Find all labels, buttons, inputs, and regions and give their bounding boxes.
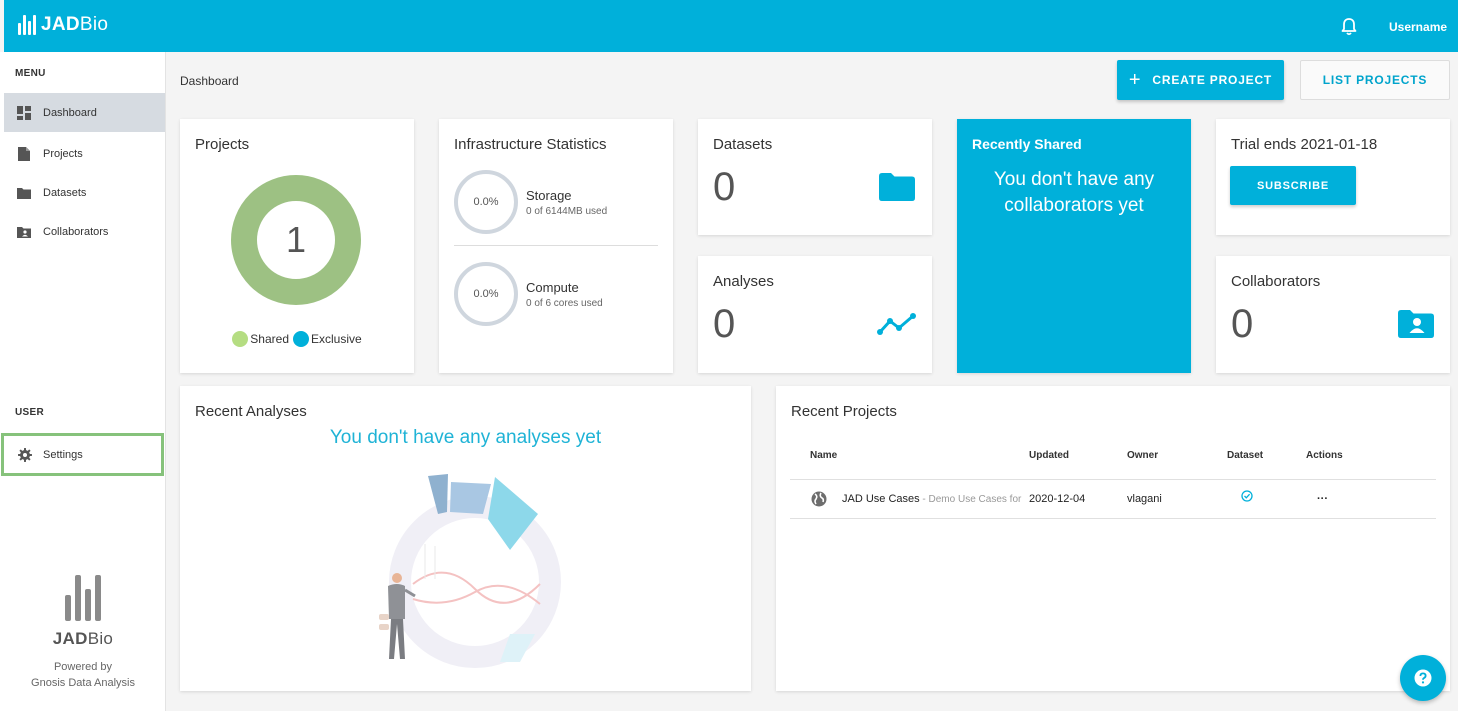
- legend-item-shared[interactable]: Shared: [232, 331, 289, 347]
- table-divider: [790, 518, 1436, 519]
- column-header-name[interactable]: Name: [810, 450, 837, 461]
- actions-menu-icon[interactable]: ···: [1317, 493, 1328, 505]
- project-name-cell[interactable]: JAD Use Cases - Demo Use Cases for: [842, 493, 1021, 505]
- list-projects-label: LIST PROJECTS: [1322, 73, 1428, 87]
- sidebar-item-label: Datasets: [43, 186, 87, 199]
- analyses-card[interactable]: Analyses 0: [698, 256, 932, 373]
- sidebar-item-label: Dashboard: [43, 106, 97, 119]
- card-title: Recent Projects: [791, 403, 897, 420]
- user-section-label: USER: [15, 407, 44, 418]
- powered-by-text: Powered by: [53, 661, 113, 673]
- storage-detail: 0 of 6144MB used: [526, 205, 608, 217]
- footer-logo-bold: JAD: [52, 629, 88, 648]
- gear-icon: [18, 447, 32, 462]
- column-header-dataset[interactable]: Dataset: [1227, 450, 1263, 461]
- column-header-actions: Actions: [1306, 450, 1343, 461]
- help-icon: [1414, 669, 1432, 687]
- footer-logo-thin: Bio: [87, 629, 114, 648]
- recent-analyses-card: Recent Analyses You don't have any analy…: [180, 386, 751, 691]
- sidebar-item-datasets[interactable]: Datasets: [4, 173, 165, 212]
- compute-label: Compute: [526, 279, 579, 295]
- compute-detail: 0 of 6 cores used: [526, 297, 603, 309]
- check-circle-icon: [1241, 490, 1253, 502]
- projects-count: 1: [285, 219, 307, 260]
- plus-icon: +: [1128, 69, 1142, 91]
- globe-icon: [811, 491, 827, 507]
- storage-label: Storage: [526, 187, 572, 203]
- dashboard-icon: [17, 105, 31, 120]
- card-title: Recent Analyses: [195, 403, 307, 420]
- logo-text-bold: JAD: [41, 14, 80, 35]
- settings-label: Settings: [43, 448, 83, 461]
- divider: [454, 245, 658, 246]
- create-project-button[interactable]: + CREATE PROJECT: [1117, 60, 1284, 100]
- trial-card: Trial ends 2021-01-18 SUBSCRIBE: [1216, 119, 1450, 235]
- company-name: Gnosis Data Analysis: [31, 677, 135, 689]
- trend-line-icon: [877, 313, 916, 335]
- file-icon: [17, 146, 31, 161]
- storage-gauge: 0.0%: [454, 170, 518, 234]
- app-logo[interactable]: JADBio: [18, 14, 108, 36]
- sidebar-item-label: Projects: [43, 147, 83, 160]
- compute-gauge: 0.0%: [454, 262, 518, 326]
- compute-stat: 0.0% Compute 0 of 6 cores used: [454, 262, 603, 326]
- project-description: - Demo Use Cases for: [919, 494, 1022, 505]
- breadcrumb: Dashboard: [180, 74, 239, 88]
- empty-analyses-message: You don't have any analyses yet: [329, 427, 602, 448]
- analyses-count: 0: [713, 302, 736, 346]
- username[interactable]: Username: [1389, 20, 1447, 34]
- datasets-count: 0: [713, 165, 736, 209]
- contact-folder-icon: [1398, 310, 1434, 338]
- projects-donut-chart: 1: [231, 175, 361, 305]
- projects-card: Projects 1 Shared Exclusive: [180, 119, 414, 373]
- card-title: Datasets: [713, 136, 773, 153]
- empty-collaborators-message: You don't have any collaborators yet: [993, 169, 1155, 216]
- contact-folder-icon: [17, 225, 31, 239]
- list-projects-button[interactable]: LIST PROJECTS: [1300, 60, 1450, 100]
- recent-projects-card: Recent Projects Name Updated Owner Datas…: [776, 386, 1450, 691]
- card-title: Trial ends 2021-01-18: [1231, 136, 1378, 153]
- folder-icon: [879, 173, 915, 201]
- card-title: Recently Shared: [972, 136, 1082, 152]
- card-title: Projects: [195, 136, 250, 153]
- logo-text-thin: Bio: [79, 14, 109, 35]
- datasets-card[interactable]: Datasets 0: [698, 119, 932, 235]
- top-bar: JADBio Username: [4, 0, 1458, 52]
- card-title: Collaborators: [1231, 273, 1321, 290]
- folder-icon: [17, 186, 31, 200]
- collaborators-card[interactable]: Collaborators 0: [1216, 256, 1450, 373]
- sidebar-footer-logo: JADBio Powered by Gnosis Data Analysis: [0, 575, 166, 691]
- table-divider: [790, 479, 1436, 480]
- owner-cell: vlagani: [1127, 493, 1162, 505]
- column-header-owner[interactable]: Owner: [1127, 450, 1158, 461]
- sidebar-item-label: Collaborators: [43, 225, 109, 238]
- logo-mark: [18, 15, 36, 35]
- infrastructure-card: Infrastructure Statistics 0.0% Storage 0…: [439, 119, 673, 373]
- empty-state-illustration: [379, 474, 561, 668]
- column-header-updated[interactable]: Updated: [1029, 450, 1069, 461]
- sidebar-item-projects[interactable]: Projects: [4, 134, 165, 173]
- project-name[interactable]: JAD Use Cases: [842, 493, 920, 505]
- bell-icon[interactable]: [1340, 17, 1358, 37]
- card-title: Infrastructure Statistics: [454, 136, 607, 153]
- sidebar-item-collaborators[interactable]: Collaborators: [4, 212, 165, 251]
- storage-stat: 0.0% Storage 0 of 6144MB used: [454, 170, 607, 234]
- create-project-label: CREATE PROJECT: [1152, 73, 1273, 87]
- sidebar-item-settings[interactable]: Settings: [1, 433, 164, 476]
- updated-cell: 2020-12-04: [1029, 493, 1086, 505]
- help-button[interactable]: [1400, 655, 1446, 701]
- collaborators-count: 0: [1231, 302, 1254, 346]
- recently-shared-card: Recently Shared You don't have any colla…: [957, 119, 1191, 373]
- menu-section-label: MENU: [15, 68, 46, 79]
- subscribe-button[interactable]: SUBSCRIBE: [1230, 166, 1356, 205]
- legend-item-exclusive[interactable]: Exclusive: [293, 331, 362, 347]
- sidebar-item-dashboard[interactable]: Dashboard: [4, 93, 165, 132]
- logo-mark: [0, 575, 166, 621]
- card-title: Analyses: [713, 273, 774, 290]
- donut-legend: Shared Exclusive: [180, 331, 414, 347]
